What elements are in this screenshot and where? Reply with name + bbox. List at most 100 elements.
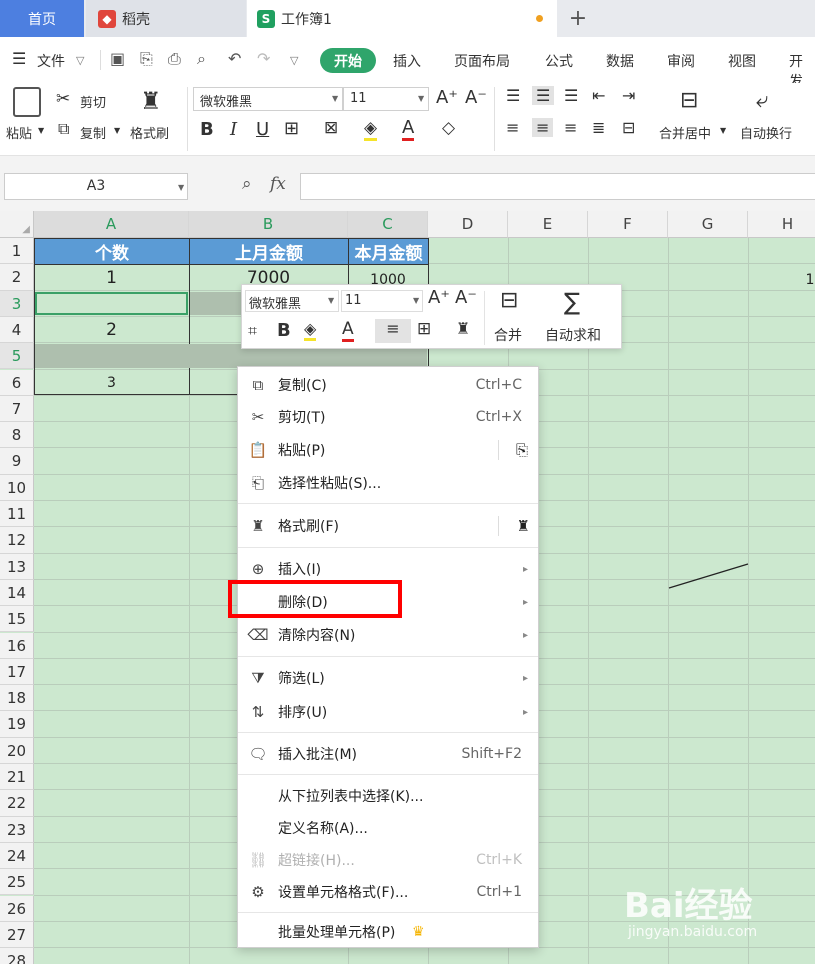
row-header-12[interactable]: 12 — [0, 527, 34, 554]
copy-button[interactable]: 复制 — [80, 123, 106, 142]
row-header-16[interactable]: 16 — [0, 632, 34, 659]
mini-strikethrough-icon[interactable]: ≡ — [375, 319, 411, 343]
mini-sum-icon[interactable]: ∑ — [564, 288, 580, 316]
export-icon[interactable]: ⎘ — [140, 49, 153, 69]
mini-borders-icon[interactable]: ⊞ — [417, 319, 431, 339]
col-header-d[interactable]: D — [428, 211, 508, 238]
row-header-20[interactable]: 20 — [0, 737, 34, 764]
cell-a2[interactable]: 1 — [34, 265, 189, 291]
merge-center-icon[interactable]: ⊟ — [680, 88, 698, 113]
col-header-b[interactable]: B — [189, 211, 348, 238]
mini-font-name-select[interactable]: 微软雅黑 — [245, 290, 339, 312]
row-header-21[interactable]: 21 — [0, 764, 34, 791]
row-header-3[interactable]: 3 — [0, 290, 34, 317]
format-painter-multi-icon[interactable]: ♜ — [517, 517, 530, 535]
decrease-font-icon[interactable]: A⁻ — [465, 87, 487, 108]
increase-indent-icon[interactable]: ⇥ — [622, 86, 635, 105]
ctx-copy[interactable]: ⧉ 复制(C) Ctrl+C — [238, 369, 538, 401]
ctx-hyperlink[interactable]: ⛓ 超链接(H)... Ctrl+K — [238, 844, 538, 876]
format-painter-button[interactable]: 格式刷 — [130, 123, 169, 142]
mini-merge-icon[interactable]: ⊟ — [500, 288, 518, 313]
col-header-h[interactable]: H — [748, 211, 815, 238]
menu-review[interactable]: 审阅 — [667, 51, 695, 71]
name-box[interactable]: A3 — [4, 173, 188, 200]
redo-icon[interactable]: ↷ — [257, 49, 270, 68]
bold-icon[interactable]: B — [200, 119, 214, 140]
menu-insert[interactable]: 插入 — [393, 51, 421, 71]
format-painter-icon[interactable]: ♜ — [140, 87, 162, 115]
menu-file[interactable]: 文件 — [37, 51, 65, 71]
italic-icon[interactable]: I — [230, 119, 237, 140]
paste-text-icon[interactable]: ⎘ — [516, 441, 528, 459]
save-icon[interactable]: ▣ — [110, 49, 125, 68]
decrease-indent-icon[interactable]: ⇤ — [592, 86, 605, 105]
select-all-corner[interactable]: ◢ — [0, 211, 34, 238]
quick-access-dropdown-icon[interactable]: ▽ — [290, 54, 298, 67]
tab-home[interactable]: 首页 — [0, 0, 84, 37]
increase-font-icon[interactable]: A⁺ — [436, 87, 458, 108]
print-preview-icon[interactable]: ⌕ — [197, 49, 206, 69]
row-header-22[interactable]: 22 — [0, 790, 34, 817]
row-header-17[interactable]: 17 — [0, 658, 34, 686]
align-left-icon[interactable]: ≡ — [506, 118, 519, 137]
font-name-dropdown-icon[interactable]: ▼ — [332, 94, 338, 103]
row-header-11[interactable]: 11 — [0, 501, 34, 528]
ctx-paste-special[interactable]: ⎗ 选择性粘贴(S)... — [238, 467, 538, 499]
formula-input[interactable] — [300, 173, 815, 200]
align-right-icon[interactable]: ≡ — [564, 118, 577, 137]
menu-page-layout[interactable]: 页面布局 — [454, 51, 510, 71]
tab-daoke[interactable]: ◆ 稻壳 — [86, 0, 246, 37]
align-bottom-icon[interactable]: ☰ — [564, 86, 578, 105]
row-header-10[interactable]: 10 — [0, 474, 34, 501]
cell-style-icon[interactable]: ⊠ — [324, 118, 338, 138]
mini-font-size-select[interactable]: 11 — [341, 290, 423, 312]
merge-dropdown-icon[interactable]: ▼ — [720, 126, 726, 135]
merge-center-button[interactable]: 合并居中 — [659, 123, 711, 142]
mini-format-painter-icon[interactable]: ♜ — [456, 319, 470, 338]
ctx-cut[interactable]: ✂ 剪切(T) Ctrl+X — [238, 401, 538, 433]
cut-button[interactable]: 剪切 — [80, 92, 106, 111]
line-shape[interactable] — [668, 561, 750, 591]
menu-formula[interactable]: 公式 — [545, 51, 573, 71]
mini-bold-icon[interactable]: B — [277, 320, 291, 341]
fx-icon[interactable]: fx — [270, 174, 286, 194]
underline-icon[interactable]: U — [256, 119, 269, 140]
ctx-filter[interactable]: ⧩ 筛选(L) ▸ — [238, 662, 538, 694]
ctx-batch[interactable]: 批量处理单元格(P) ♛ — [238, 916, 538, 948]
borders-icon[interactable]: ⊞ — [284, 118, 299, 139]
row-header-18[interactable]: 18 — [0, 685, 34, 712]
tab-workbook[interactable]: S 工作簿1 — [247, 0, 557, 37]
zoom-icon[interactable]: ⌕ — [242, 174, 252, 194]
mini-autosum-button[interactable]: 自动求和 — [545, 325, 601, 345]
align-top-icon[interactable]: ☰ — [506, 86, 520, 105]
header-cell-this-month[interactable]: 本月金额 — [348, 238, 429, 265]
menu-data[interactable]: 数据 — [606, 51, 634, 71]
row-header-1[interactable]: 1 — [0, 238, 34, 265]
ctx-define-name[interactable]: 定义名称(A)... — [238, 812, 538, 844]
row-header-2[interactable]: 2 — [0, 264, 34, 291]
col-header-f[interactable]: F — [588, 211, 668, 238]
ctx-format-painter[interactable]: ♜ 格式刷(F) ♜ — [238, 510, 538, 542]
mini-increase-font-icon[interactable]: A⁺ — [428, 287, 450, 308]
mini-select-icon[interactable]: ⌗ — [248, 321, 257, 341]
mini-fill-color-icon[interactable]: ◈ — [304, 319, 317, 341]
wrap-text-button[interactable]: 自动换行 — [740, 123, 792, 142]
row-header-19[interactable]: 19 — [0, 711, 34, 738]
name-box-dropdown-icon[interactable]: ▼ — [178, 183, 184, 192]
active-cell-a3[interactable] — [35, 292, 188, 315]
cell-a6[interactable]: 3 — [34, 370, 189, 396]
header-cell-last-month[interactable]: 上月金额 — [189, 238, 349, 265]
row-header-6[interactable]: 6 — [0, 369, 34, 396]
align-center-icon[interactable]: ≡ — [532, 118, 554, 137]
undo-icon[interactable]: ↶ — [228, 49, 241, 68]
print-icon[interactable]: ⎙ — [168, 49, 181, 69]
ctx-insert-comment[interactable]: 🗨 插入批注(M) Shift+F2 — [238, 738, 538, 770]
row-header-26[interactable]: 26 — [0, 895, 34, 922]
copy-dropdown-icon[interactable]: ▼ — [114, 126, 120, 135]
row-header-15[interactable]: 15 — [0, 606, 34, 633]
header-cell-count[interactable]: 个数 — [34, 238, 190, 265]
row-header-28[interactable]: 28 — [0, 948, 34, 964]
row-header-9[interactable]: 9 — [0, 448, 34, 475]
row-header-5[interactable]: 5 — [0, 343, 34, 370]
justify-icon[interactable]: ≣ — [592, 118, 605, 137]
